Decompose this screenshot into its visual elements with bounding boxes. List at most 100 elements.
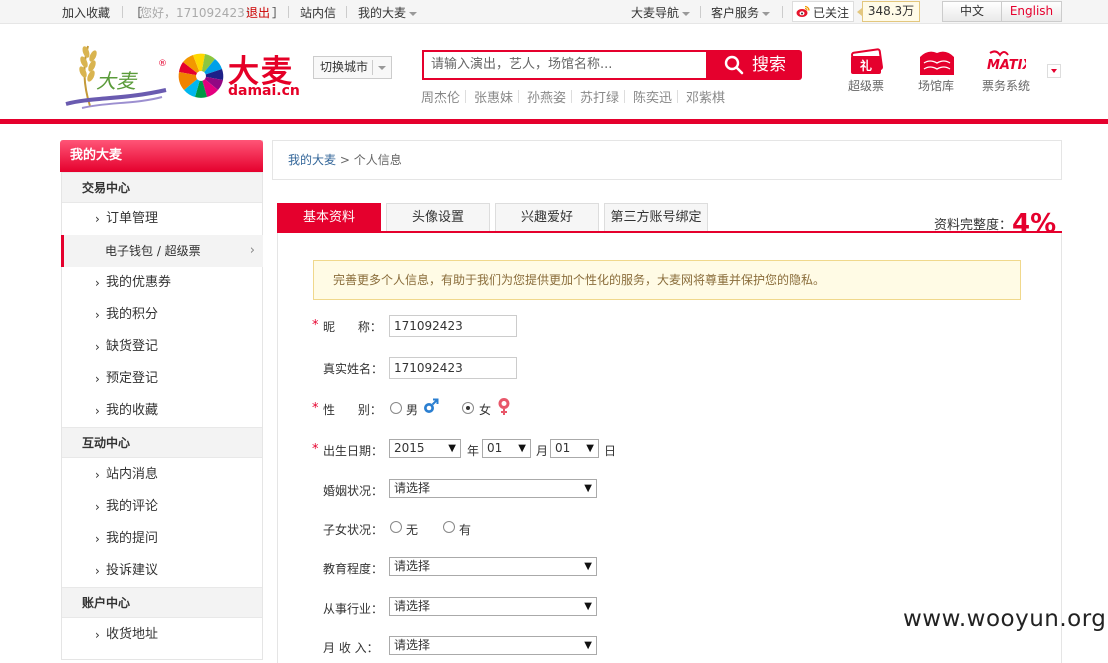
hot-keyword[interactable]: 苏打绿: [580, 87, 619, 106]
ticketing-system-label[interactable]: 票务系统: [982, 77, 1030, 94]
male-icon: [424, 398, 439, 413]
children-yes-radio[interactable]: [443, 521, 455, 533]
marital-select[interactable]: 请选择 ▼: [389, 479, 597, 498]
birth-month-value: 01: [487, 441, 503, 455]
super-ticket-label[interactable]: 超级票: [848, 77, 884, 94]
birth-day-value: 01: [555, 441, 571, 455]
breadcrumb-separator: >: [336, 153, 354, 167]
sidebar-item-stockout[interactable]: › 缺货登记: [62, 331, 262, 363]
bracket-close: ］: [272, 6, 285, 20]
sidebar-item-orders[interactable]: › 订单管理: [62, 203, 262, 235]
income-value: 请选择: [394, 638, 431, 652]
gender-female-radio[interactable]: [462, 402, 474, 414]
sidebar-group-trade: 交易中心: [62, 172, 262, 203]
search-input[interactable]: 请输入演出，艺人，场馆名称...: [422, 50, 707, 80]
tab-basic-info[interactable]: 基本资料: [277, 203, 381, 232]
sidebar-item-wallet[interactable]: 电子钱包 / 超级票 ›: [61, 235, 263, 267]
customer-service-menu[interactable]: 客户服务: [711, 4, 771, 21]
income-label: 月 收 入：: [323, 641, 379, 655]
dropdown-arrow-icon: ▼: [448, 443, 456, 454]
sidebar-item-complaints[interactable]: › 投诉建议: [62, 555, 262, 587]
month-unit: 月: [536, 444, 549, 458]
divider: [624, 90, 625, 103]
realname-input[interactable]: 171092423: [389, 357, 517, 379]
hot-keyword[interactable]: 陈奕迅: [633, 87, 672, 106]
chevron-right-icon: ›: [95, 276, 100, 290]
hot-keyword[interactable]: 张惠妹: [474, 87, 513, 106]
divider: [122, 6, 123, 18]
venue-library-label[interactable]: 场馆库: [918, 77, 954, 94]
more-links-dropdown[interactable]: [1047, 64, 1061, 78]
svg-text:®: ®: [158, 59, 167, 69]
industry-value: 请选择: [394, 599, 431, 613]
inbox-link[interactable]: 站内信: [300, 4, 336, 21]
my-damai-label: 我的大麦: [358, 6, 407, 20]
watermark: www.wooyun.org: [903, 606, 1107, 632]
add-favorite-link[interactable]: 加入收藏: [62, 4, 110, 21]
damai-logo-domain: damai.cn: [228, 83, 300, 99]
ticketing-system-icon[interactable]: MATIX: [986, 47, 1026, 77]
birth-day-select[interactable]: 01 ▼: [550, 439, 599, 458]
tab-third-party[interactable]: 第三方账号绑定: [604, 203, 708, 232]
privacy-notice: 完善更多个人信息，有助于我们为您提供更加个性化的服务，大麦网将尊重并保护您的隐私…: [313, 260, 1021, 300]
profile-completion: 资料完整度：4%: [934, 206, 1056, 239]
sidebar-item-comments[interactable]: › 我的评论: [62, 491, 262, 523]
hot-keyword[interactable]: 邓紫棋: [686, 87, 725, 106]
children-label: 子女状况：: [323, 523, 384, 537]
tab-avatar[interactable]: 头像设置: [386, 203, 490, 232]
venue-library-icon[interactable]: [918, 47, 956, 77]
search-button[interactable]: 搜索: [706, 50, 802, 80]
industry-select[interactable]: 请选择 ▼: [389, 597, 597, 616]
hot-keyword[interactable]: 周杰伦: [421, 87, 460, 106]
divider: [677, 90, 678, 103]
birth-month-select[interactable]: 01 ▼: [482, 439, 531, 458]
nickname-label: 昵 称：: [323, 320, 382, 334]
weibo-follow-button[interactable]: 已关注: [792, 1, 854, 22]
completion-label: 资料完整度：: [934, 218, 1013, 233]
sidebar-item-favorites[interactable]: › 我的收藏: [62, 395, 262, 427]
birthday-label: 出生日期：: [323, 444, 384, 458]
lang-en-button[interactable]: English: [1001, 1, 1062, 22]
sidebar-item-label: 我的收藏: [106, 403, 159, 418]
dropdown-arrow-icon: ▼: [584, 483, 592, 494]
sidebar-item-reserve[interactable]: › 预定登记: [62, 363, 262, 395]
required-mark: *: [312, 318, 319, 333]
sidebar-item-points[interactable]: › 我的积分: [62, 299, 262, 331]
weibo-icon: [796, 5, 810, 17]
city-switch-dropdown[interactable]: 切换城市: [313, 56, 392, 79]
lang-zh-button[interactable]: 中文: [942, 1, 1002, 22]
sidebar-item-questions[interactable]: › 我的提问: [62, 523, 262, 555]
gender-male-radio[interactable]: [390, 402, 402, 414]
logout-link[interactable]: 退出: [246, 4, 270, 21]
chevron-down-icon: [682, 11, 691, 16]
children-no-radio[interactable]: [390, 521, 402, 533]
damai-flower-logo-icon[interactable]: [176, 50, 226, 98]
breadcrumb-root-link[interactable]: 我的大麦: [288, 153, 336, 167]
chevron-right-icon: ›: [95, 500, 100, 514]
chevron-right-icon: ›: [95, 532, 100, 546]
chevron-right-icon: ›: [95, 468, 100, 482]
hot-keyword[interactable]: 孙燕姿: [527, 87, 566, 106]
divider: [346, 6, 347, 18]
sidebar-item-label: 我的积分: [106, 307, 159, 322]
tab-interests[interactable]: 兴趣爱好: [495, 203, 599, 232]
birth-year-select[interactable]: 2015 ▼: [389, 439, 461, 458]
customer-service-label: 客户服务: [711, 6, 760, 20]
sidebar-item-coupons[interactable]: › 我的优惠券: [62, 267, 262, 299]
income-select[interactable]: 请选择 ▼: [389, 636, 597, 655]
education-select[interactable]: 请选择 ▼: [389, 557, 597, 576]
my-damai-menu[interactable]: 我的大麦: [358, 4, 418, 21]
sidebar-item-label: 缺货登记: [106, 339, 159, 354]
nickname-input[interactable]: 171092423: [389, 315, 517, 337]
super-ticket-icon[interactable]: 礼: [850, 47, 884, 77]
site-nav-menu[interactable]: 大麦导航: [631, 4, 691, 21]
sidebar-item-messages[interactable]: › 站内消息: [62, 459, 262, 491]
wheat-logo-icon[interactable]: 大麦 ®: [62, 42, 172, 110]
site-nav-label: 大麦导航: [631, 6, 680, 20]
sidebar-item-label: 收货地址: [106, 627, 159, 642]
divider: [782, 6, 783, 18]
chevron-down-icon: [409, 11, 418, 16]
chevron-down-icon: [378, 66, 386, 70]
sidebar-item-address[interactable]: › 收货地址: [62, 619, 262, 651]
logo-script: 大麦: [96, 69, 138, 93]
